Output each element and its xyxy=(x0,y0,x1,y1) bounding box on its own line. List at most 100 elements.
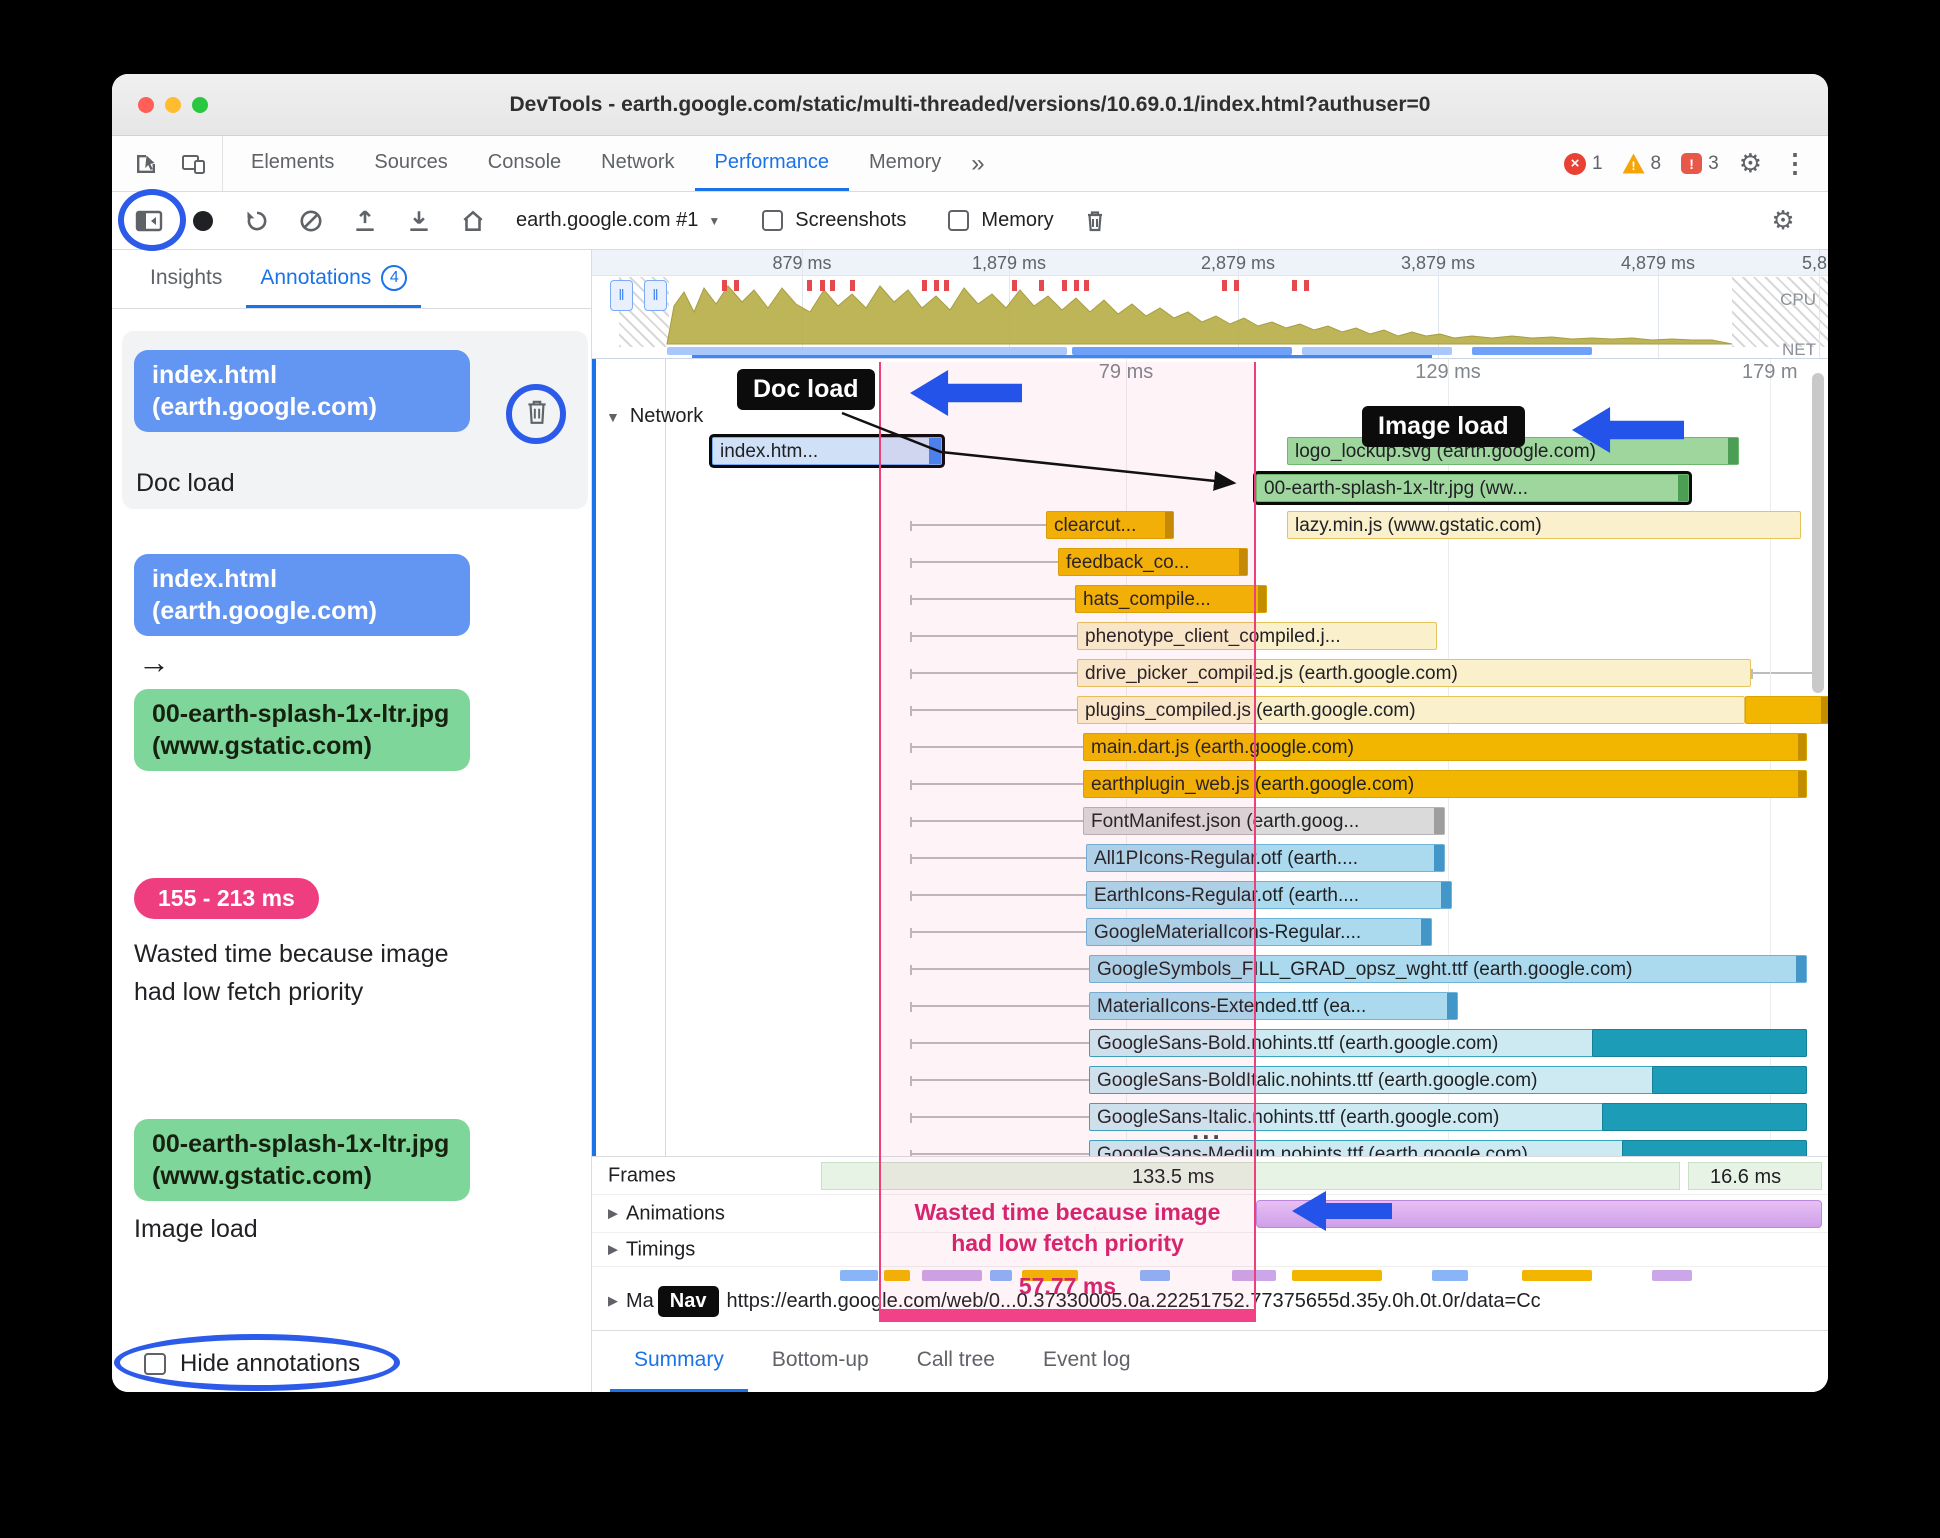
network-request-label: clearcut... xyxy=(1054,515,1137,536)
frames-track[interactable]: Frames 133.5 ms 16.6 ms xyxy=(592,1157,1828,1195)
network-waterfall: ▼ Network index.htm... logo_lockup.svg (e… xyxy=(592,359,1828,1156)
network-request-label: GoogleMaterialIcons-Regular.... xyxy=(1094,922,1362,943)
overview-right-handle[interactable]: ‖ xyxy=(644,280,667,311)
network-request-label: earthplugin_web.js (earth.google.com) xyxy=(1091,774,1415,795)
doc-load-annotation-chip[interactable]: Doc load xyxy=(737,369,875,410)
warning-icon: ! xyxy=(1622,153,1645,174)
settings-gear-icon[interactable]: ⚙ xyxy=(1739,148,1762,179)
delete-annotation-button[interactable] xyxy=(514,389,560,435)
device-toolbar-icon[interactable] xyxy=(172,144,216,184)
load-profile-icon[interactable] xyxy=(392,200,446,242)
screenshot-mark xyxy=(1074,280,1079,291)
tab-network[interactable]: Network xyxy=(581,136,694,191)
network-track-header[interactable]: ▼ Network xyxy=(606,405,703,428)
reload-and-record-icon[interactable] xyxy=(230,200,284,242)
more-tabs-button[interactable]: » xyxy=(961,136,994,191)
timeline-overview[interactable]: ‖ ‖ CPU NET 879 ms 1,879 ms 2,879 ms 3,879 … xyxy=(592,250,1828,359)
network-request-bar[interactable] xyxy=(1652,1066,1807,1094)
clear-recording-icon[interactable] xyxy=(284,200,338,242)
more-requests-indicator[interactable]: ... xyxy=(1192,1115,1223,1146)
network-request-bar[interactable] xyxy=(1622,1140,1807,1156)
annotation-label-image-load[interactable]: Image load xyxy=(134,1215,588,1244)
screenshot-mark xyxy=(850,280,855,291)
overview-left-handle[interactable]: ‖ xyxy=(610,280,633,311)
tab-sources[interactable]: Sources xyxy=(354,136,467,191)
devtools-tab-bar: Elements Sources Console Network Performance… xyxy=(112,136,1828,192)
network-request-bar[interactable] xyxy=(1745,696,1828,724)
network-request-label: All1PIcons-Regular.otf (earth.... xyxy=(1094,848,1359,869)
chevron-down-icon: ▼ xyxy=(708,213,721,228)
error-badge[interactable]: × 1 xyxy=(1563,152,1603,175)
frame-segment[interactable] xyxy=(821,1162,1680,1190)
tab-console[interactable]: Console xyxy=(468,136,581,191)
tab-summary[interactable]: Summary xyxy=(610,1331,748,1392)
trash-icon xyxy=(528,400,546,424)
annotation-entry-pill[interactable]: index.html (earth.google.com) xyxy=(134,350,470,432)
overview-tick-label: 5,8 xyxy=(1802,253,1828,273)
memory-checkbox[interactable] xyxy=(948,210,970,231)
record-button[interactable] xyxy=(176,200,230,242)
screenshot-mark xyxy=(1039,280,1044,291)
capture-settings-gear-icon[interactable]: ⚙ xyxy=(1756,200,1810,242)
screenshots-checkbox[interactable] xyxy=(762,210,784,231)
time-range-pill[interactable]: 155 - 213 ms xyxy=(134,878,319,919)
collect-garbage-icon[interactable] xyxy=(1068,200,1122,242)
network-request-label: GoogleSans-BoldItalic.nohints.ttf (earth… xyxy=(1097,1070,1538,1091)
network-request-label: hats_compile... xyxy=(1083,589,1211,610)
network-request-bar[interactable] xyxy=(1602,1103,1807,1131)
tab-call-tree[interactable]: Call tree xyxy=(893,1331,1019,1392)
request-whisker xyxy=(910,1076,1089,1086)
annotation-entry-pill-image[interactable]: 00-earth-splash-1x-ltr.jpg (www.gstatic.… xyxy=(134,1119,470,1201)
nav-marker-chip[interactable]: Nav xyxy=(657,1285,719,1317)
tab-memory[interactable]: Memory xyxy=(849,136,961,191)
hide-annotations-row[interactable]: Hide annotations xyxy=(144,1350,360,1378)
tab-event-log[interactable]: Event log xyxy=(1019,1331,1155,1392)
waterfall-scrollbar[interactable] xyxy=(1812,373,1824,693)
network-request-label: 00-earth-splash-1x-ltr.jpg (ww... xyxy=(1264,478,1528,499)
home-icon[interactable] xyxy=(446,200,500,242)
annotation-link-from-pill[interactable]: index.html (earth.google.com) xyxy=(134,554,470,636)
annotation-label-wasted-time[interactable]: Wasted time because image had low fetch … xyxy=(134,935,474,1011)
tab-elements[interactable]: Elements xyxy=(231,136,354,191)
wasted-time-range-bar[interactable] xyxy=(879,1309,1256,1322)
annotation-card-image-load: 00-earth-splash-1x-ltr.jpg (www.gstatic.… xyxy=(122,1119,588,1319)
image-load-annotation-chip[interactable]: Image load xyxy=(1362,406,1525,447)
overview-tick-label: 879 ms xyxy=(772,253,832,273)
zoom-window-button[interactable] xyxy=(192,97,208,113)
memory-checkbox-row[interactable]: Memory xyxy=(948,209,1054,232)
issues-badge[interactable]: ! 3 xyxy=(1681,153,1719,175)
chevron-right-icon: ▶ xyxy=(608,1293,618,1308)
tab-insights[interactable]: Insights xyxy=(136,250,236,308)
toggle-sidebar-button[interactable] xyxy=(122,200,176,242)
request-whisker xyxy=(910,669,1077,679)
warning-badge[interactable]: ! 8 xyxy=(1622,153,1661,175)
screenshot-mark xyxy=(944,280,949,291)
screenshot-mark xyxy=(1234,280,1239,291)
profile-select-dropdown[interactable]: earth.google.com #1 ▼ xyxy=(516,209,720,232)
screenshots-checkbox-row[interactable]: Screenshots xyxy=(762,209,906,232)
details-tab-bar: Summary Bottom-up Call tree Event log xyxy=(592,1330,1828,1392)
annotation-link-to-pill[interactable]: 00-earth-splash-1x-ltr.jpg (www.gstatic.… xyxy=(134,689,470,771)
tab-annotations[interactable]: Annotations 4 xyxy=(246,250,422,308)
inspect-element-icon[interactable] xyxy=(124,144,168,184)
network-request-bar[interactable] xyxy=(1592,1029,1807,1057)
request-whisker xyxy=(910,1150,1089,1156)
kebab-menu-icon[interactable]: ⋮ xyxy=(1782,148,1808,179)
annotation-card-time-range: 155 - 213 ms Wasted time because image h… xyxy=(122,878,588,1058)
performance-main-panel: ‖ ‖ CPU NET 879 ms 1,879 ms 2,879 ms 3,879 … xyxy=(592,250,1828,1392)
request-whisker xyxy=(910,706,1077,716)
tab-performance[interactable]: Performance xyxy=(694,136,849,191)
screenshot-mark xyxy=(734,280,739,291)
hide-annotations-checkbox[interactable] xyxy=(144,1353,166,1375)
save-profile-icon[interactable] xyxy=(338,200,392,242)
minimize-window-button[interactable] xyxy=(165,97,181,113)
net-track-label: NET xyxy=(1782,340,1816,359)
annotation-label-doc-load[interactable]: Doc load xyxy=(136,469,235,498)
lower-tracks: Frames 133.5 ms 16.6 ms ▶ Animations ▶ T… xyxy=(592,1156,1828,1330)
window-title: DevTools - earth.google.com/static/multi… xyxy=(509,92,1431,116)
waterfall-tick-label: 129 ms xyxy=(1415,361,1481,383)
close-window-button[interactable] xyxy=(138,97,154,113)
tab-bottom-up[interactable]: Bottom-up xyxy=(748,1331,893,1392)
devtools-window: DevTools - earth.google.com/static/multi… xyxy=(112,74,1828,1392)
request-whisker xyxy=(910,1039,1089,1049)
